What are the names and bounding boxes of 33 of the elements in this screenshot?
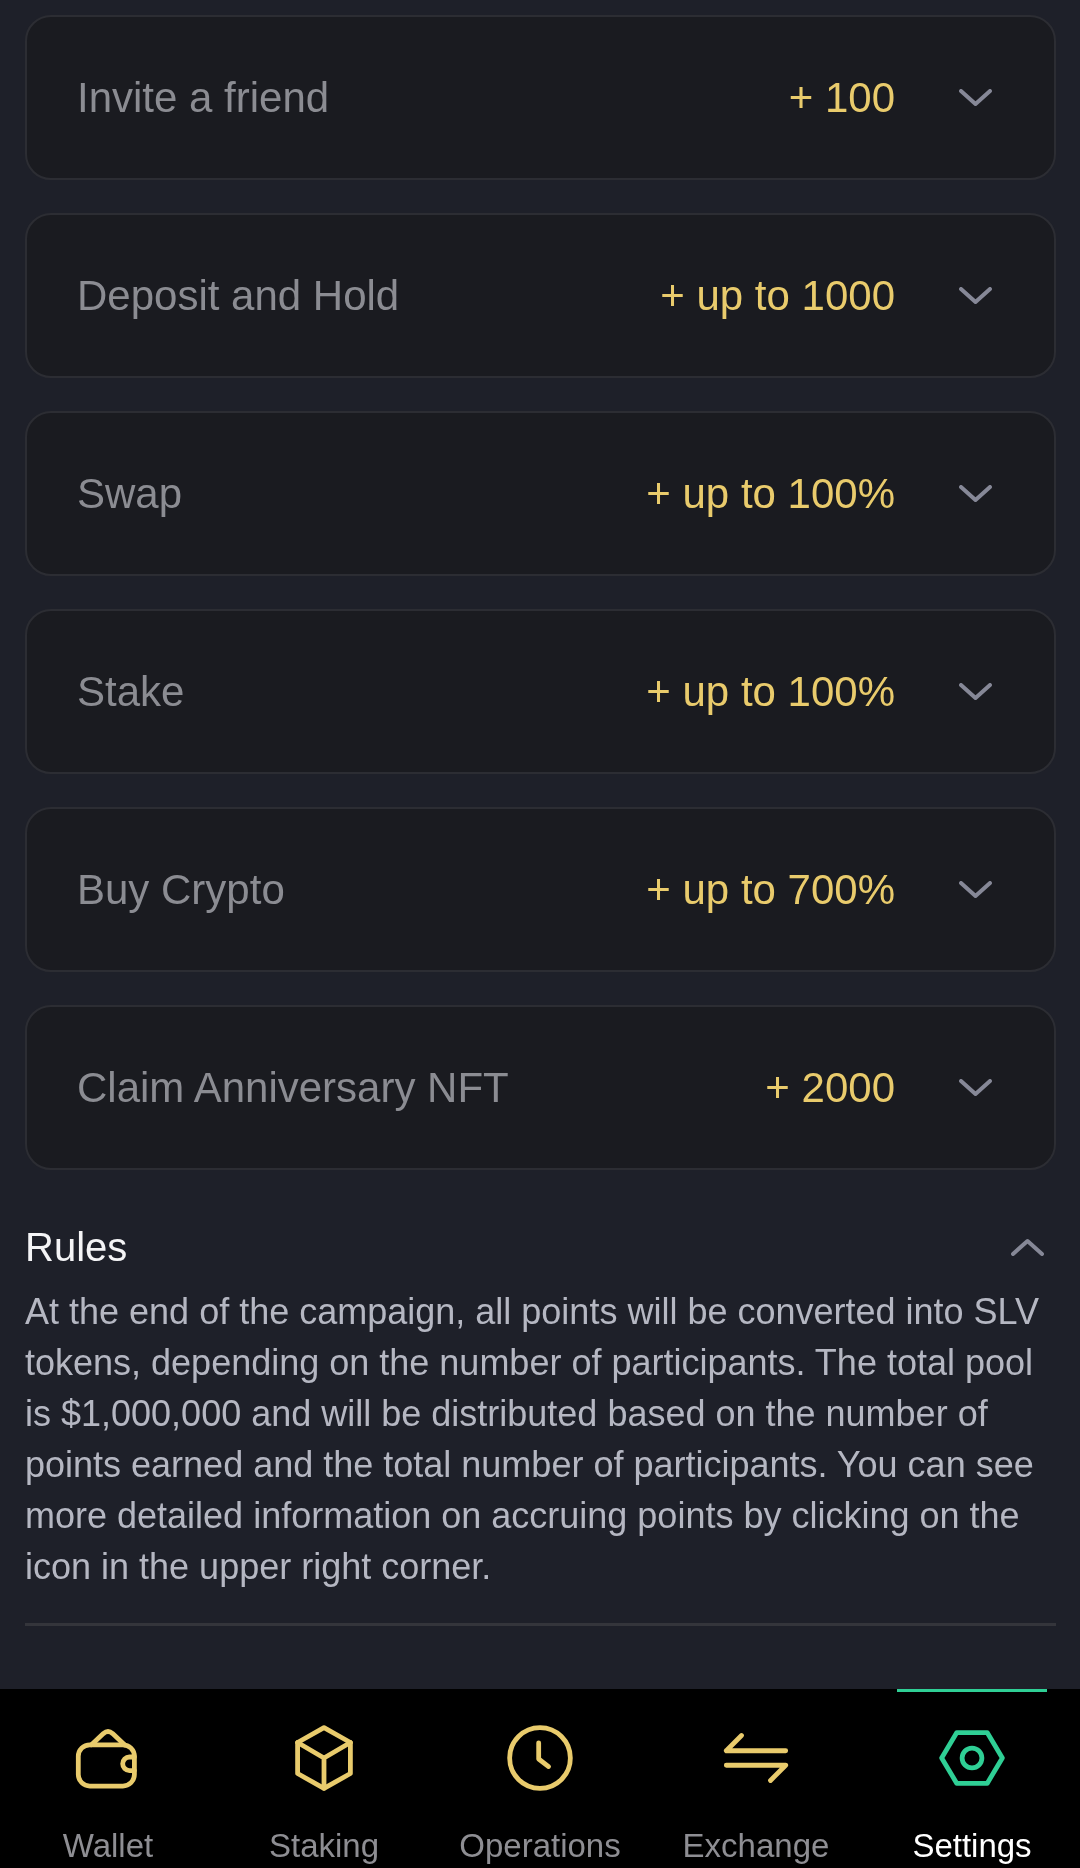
task-label: Stake [77,667,186,716]
chevron-up-icon[interactable] [1011,1238,1044,1256]
section-title: Rules [25,1224,128,1271]
task-reward: + 2000 [765,1063,895,1112]
task-label: Deposit and Hold [77,271,401,320]
nav-tab[interactable]: Settings [864,1689,1080,1868]
task-card[interactable]: Stake + up to 100% [25,609,1056,774]
task-label: Invite a friend [77,73,331,122]
task-reward: + up to 100% [646,667,895,716]
chevron-down-icon[interactable] [959,286,992,305]
task-reward: + up to 100% [646,469,895,518]
task-label: Claim Anniversary NFT [77,1063,510,1112]
task-card[interactable]: Swap + up to 100% [25,411,1056,576]
nav-tab[interactable]: Exchange [648,1689,864,1868]
task-reward: + up to 1000 [660,271,895,320]
clock-icon [507,1725,573,1791]
task-card[interactable]: Deposit and Hold + up to 1000 [25,213,1056,378]
task-reward: + up to 700% [646,865,895,914]
chevron-down-icon[interactable] [959,88,992,107]
rules-paragraph: At the end of the campaign, all points will be converted into SLV tokens, depending on the number of participants. The total pool is $1,000,000 and will be distributed based on the number of points earned and the total number of participants. You can see more detailed information on accruing points by clicking on the icon in the upper right corner. [25,1290,1040,1589]
task-reward: + 100 [788,73,895,122]
chevron-down-icon[interactable] [959,1078,992,1097]
task-card[interactable]: Claim Anniversary NFT + 2000 [25,1005,1056,1170]
chevron-down-icon[interactable] [959,880,992,899]
task-label: Swap [77,469,184,518]
nav-tab[interactable]: Operations [432,1689,648,1868]
task-card[interactable]: Buy Crypto + up to 700% [25,807,1056,972]
chevron-down-icon[interactable] [959,682,992,701]
nav-tab[interactable]: Wallet [0,1689,216,1868]
nav-tab[interactable]: Staking [216,1689,432,1868]
task-label: Buy Crypto [77,865,286,914]
task-card[interactable]: Invite a friend + 100 [25,15,1056,180]
chevron-down-icon[interactable] [959,484,992,503]
